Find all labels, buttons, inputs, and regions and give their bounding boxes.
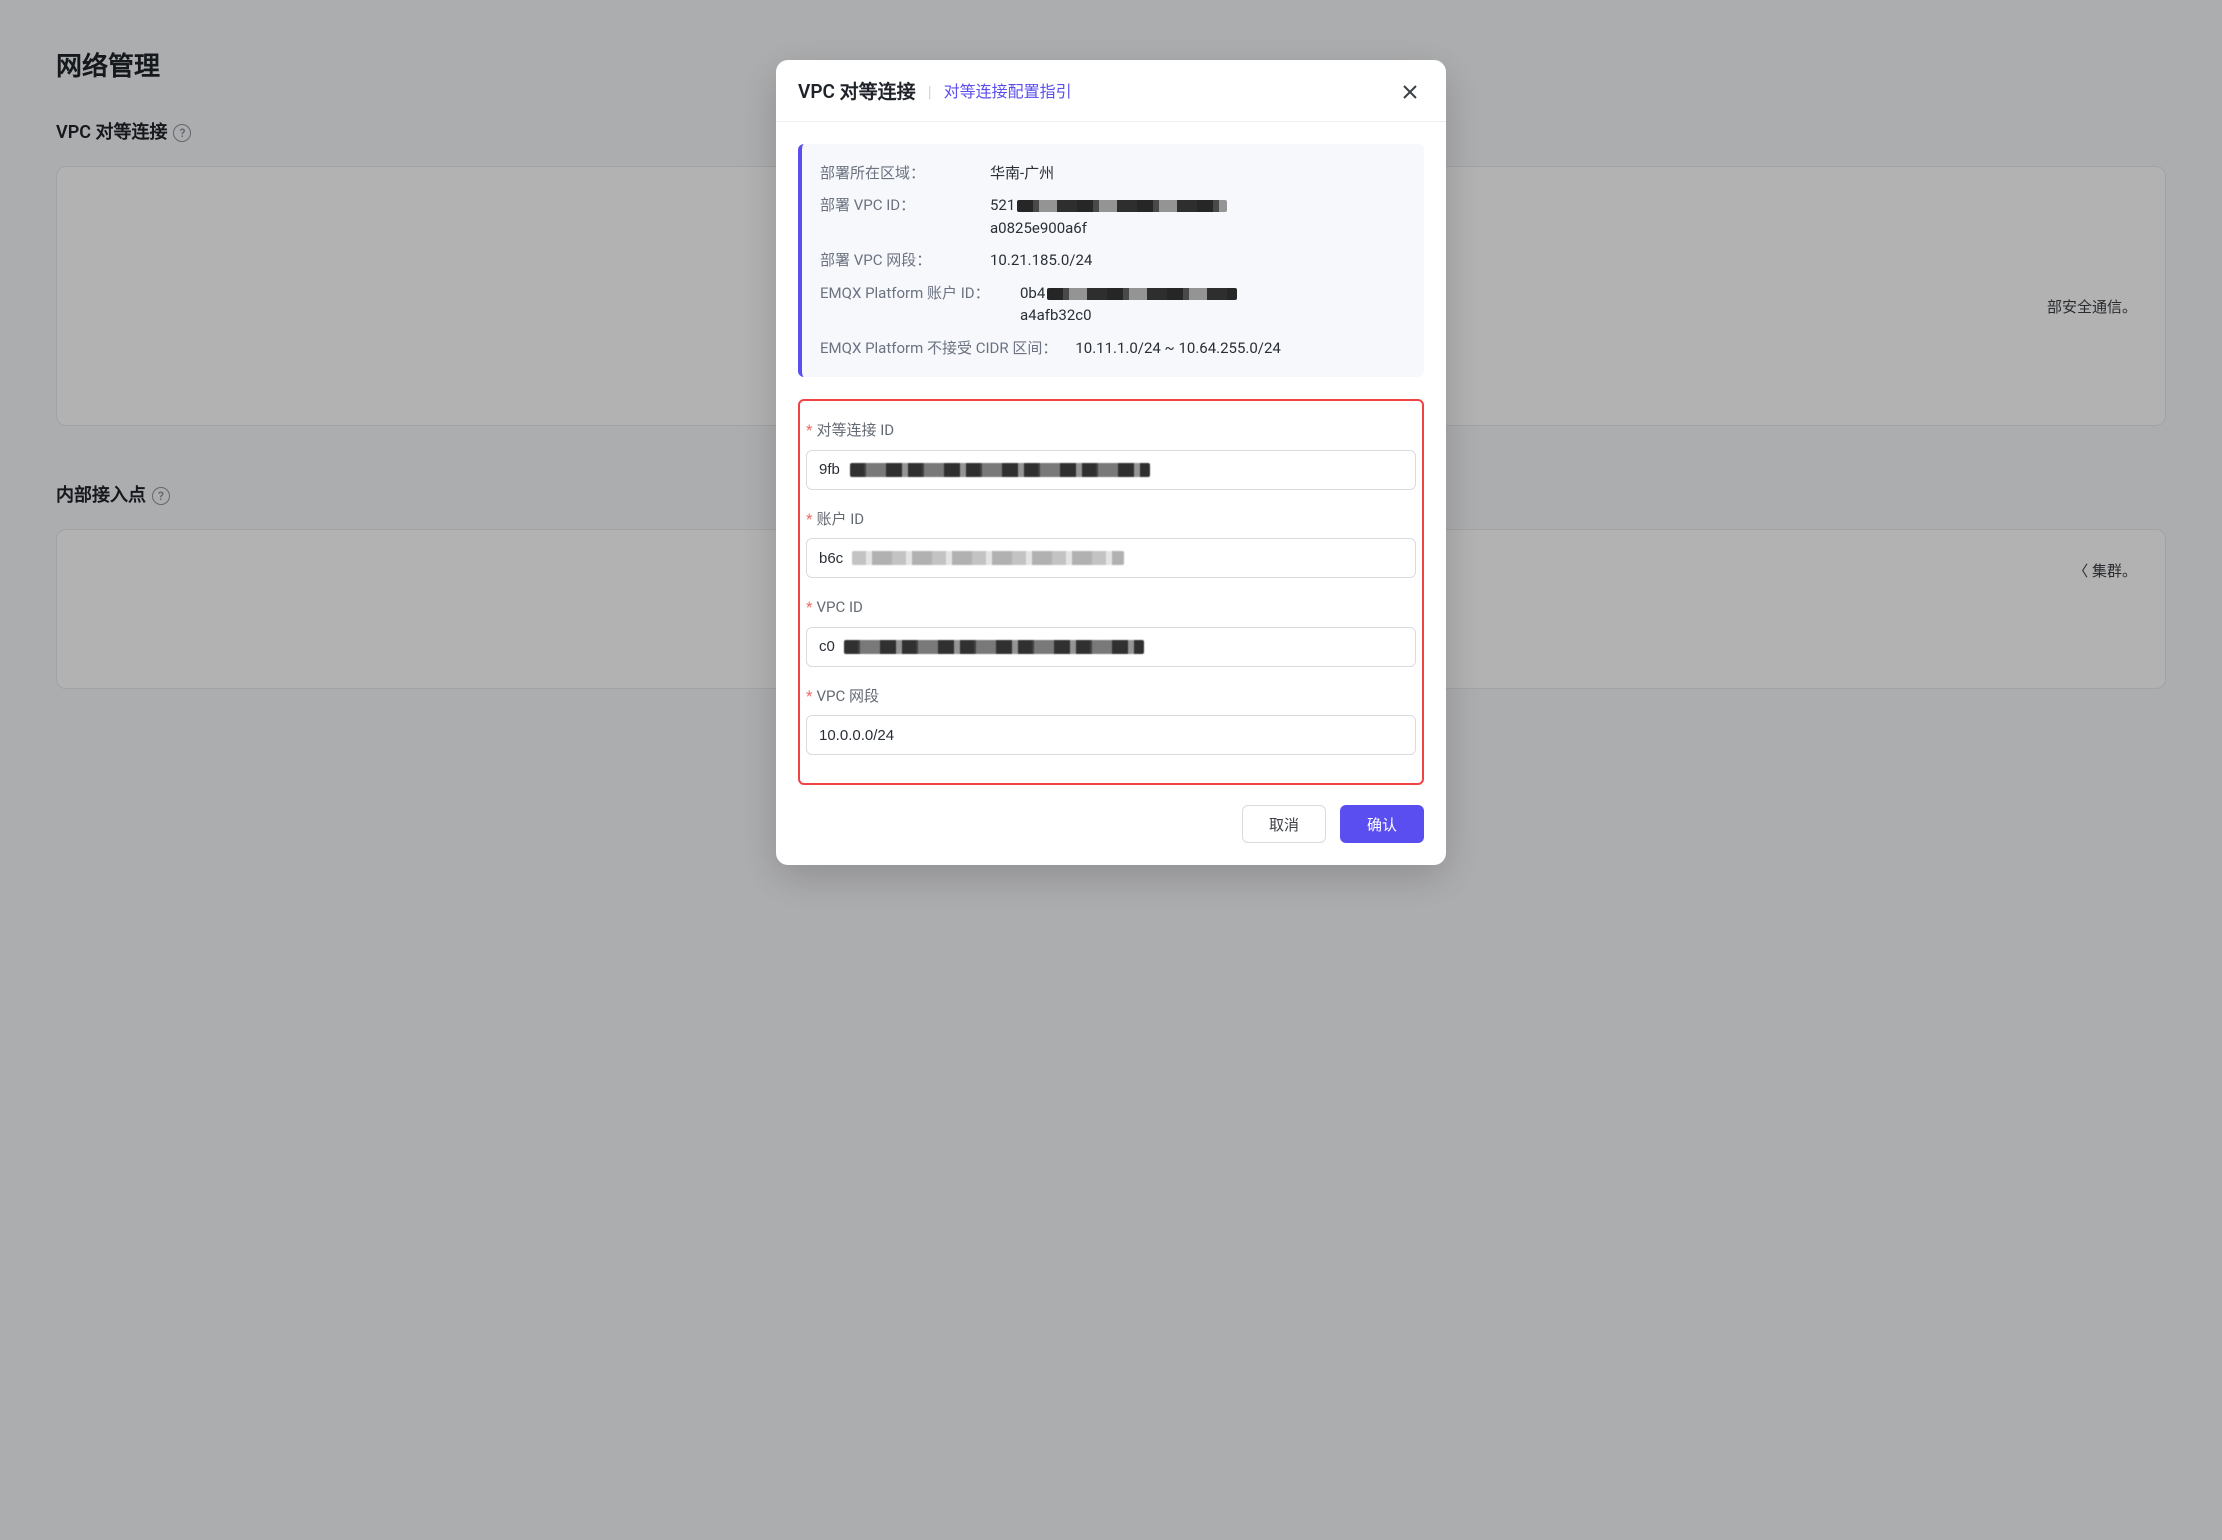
info-label: 部署所在区域：: [820, 162, 990, 185]
info-value: 华南-广州: [990, 162, 1404, 185]
info-value-line2: a0825e900a6f: [990, 219, 1087, 237]
info-row-cidr-reject: EMQX Platform 不接受 CIDR 区间： 10.11.1.0/24 …: [820, 337, 1404, 360]
guide-link[interactable]: 对等连接配置指引: [944, 80, 1072, 104]
deployment-info-box: 部署所在区域： 华南-广州 部署 VPC ID： 521 a0825e900a6…: [798, 144, 1424, 378]
highlighted-form-area: *对等连接 ID *账户 ID *VPC ID: [798, 399, 1424, 785]
redacted-segment: [1047, 288, 1237, 300]
info-row-account-id: EMQX Platform 账户 ID： 0b4 a4afb32c0: [820, 282, 1404, 327]
info-label: 部署 VPC 网段：: [820, 249, 990, 272]
form-group-vpc-id: *VPC ID: [806, 596, 1416, 667]
redacted-segment: [1017, 200, 1227, 212]
info-value-prefix: 0b4: [1020, 284, 1045, 302]
info-label: EMQX Platform 不接受 CIDR 区间：: [820, 337, 1057, 360]
info-label: EMQX Platform 账户 ID：: [820, 282, 1020, 305]
modal-overlay: VPC 对等连接 | 对等连接配置指引 部署所在区域： 华南-广州 部署 VPC…: [0, 0, 2222, 1540]
cancel-button[interactable]: 取消: [1242, 805, 1326, 843]
form-label: *VPC ID: [806, 596, 1416, 619]
modal-header: VPC 对等连接 | 对等连接配置指引: [776, 60, 1446, 122]
info-value: 10.11.1.0/24 ~ 10.64.255.0/24: [1075, 337, 1404, 360]
label-text: VPC ID: [816, 598, 862, 616]
info-value: 521 a0825e900a6f: [990, 194, 1404, 239]
info-value: 0b4 a4afb32c0: [1020, 282, 1404, 327]
close-button[interactable]: [1396, 78, 1424, 106]
form-group-account-id: *账户 ID: [806, 508, 1416, 579]
form-label: *账户 ID: [806, 508, 1416, 531]
info-row-vpc-id: 部署 VPC ID： 521 a0825e900a6f: [820, 194, 1404, 239]
info-label: 部署 VPC ID：: [820, 194, 990, 217]
form-label: *对等连接 ID: [806, 419, 1416, 442]
modal-footer: 取消 确认: [776, 793, 1446, 865]
close-icon: [1402, 84, 1418, 100]
vpc-cidr-input[interactable]: [806, 715, 1416, 755]
label-text: VPC 网段: [816, 687, 879, 705]
confirm-button[interactable]: 确认: [1340, 805, 1424, 843]
info-value: 10.21.185.0/24: [990, 249, 1404, 272]
redacted-segment: [852, 551, 1124, 565]
info-row-region: 部署所在区域： 华南-广州: [820, 162, 1404, 185]
form-group-peer-id: *对等连接 ID: [806, 419, 1416, 490]
info-row-vpc-cidr: 部署 VPC 网段： 10.21.185.0/24: [820, 249, 1404, 272]
info-value-prefix: 521: [990, 196, 1015, 214]
redacted-segment: [844, 640, 1144, 654]
label-text: 对等连接 ID: [816, 421, 894, 439]
form-label: *VPC 网段: [806, 685, 1416, 708]
label-text: 账户 ID: [816, 510, 864, 528]
modal-title: VPC 对等连接: [798, 78, 916, 107]
redacted-segment: [850, 463, 1150, 477]
info-value-line2: a4afb32c0: [1020, 306, 1092, 324]
form-group-vpc-cidr: *VPC 网段: [806, 685, 1416, 756]
vpc-peering-modal: VPC 对等连接 | 对等连接配置指引 部署所在区域： 华南-广州 部署 VPC…: [776, 60, 1446, 865]
separator: |: [928, 80, 932, 104]
